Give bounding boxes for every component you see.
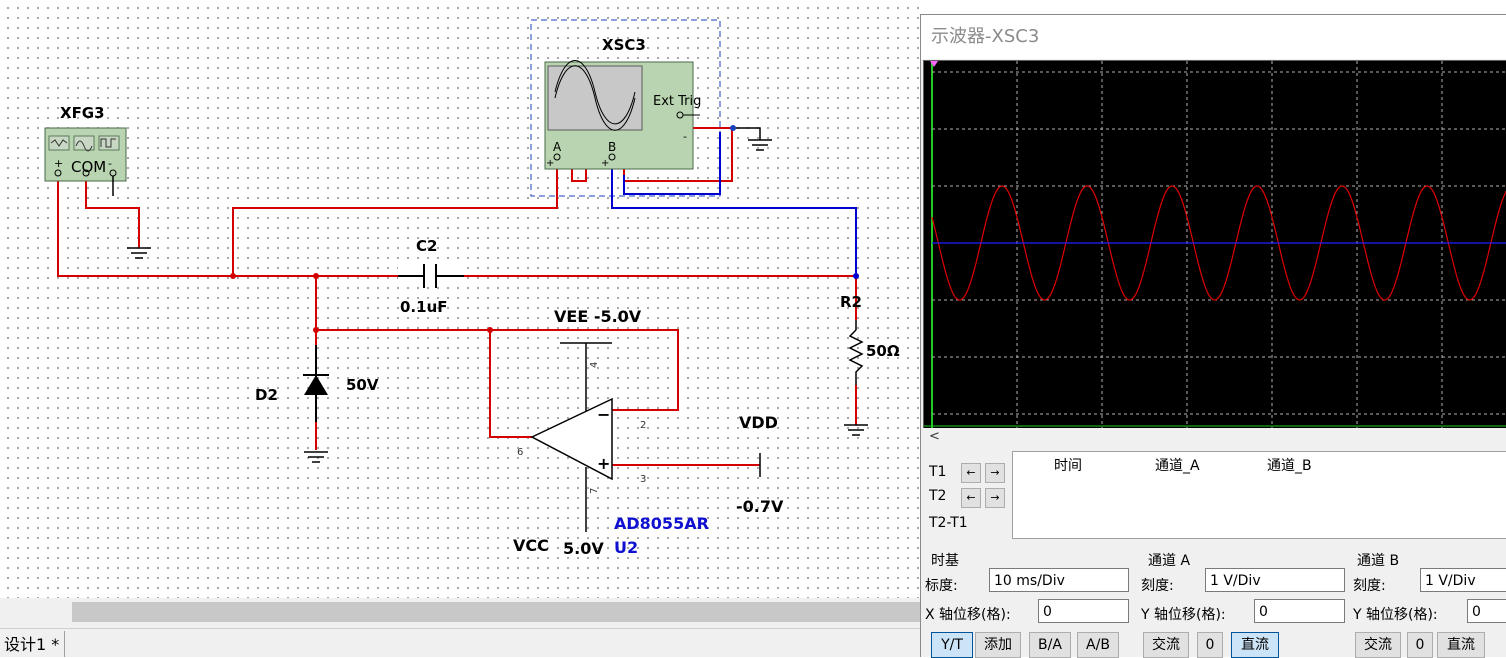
scope-ground-wire [733,127,761,140]
r2-value: 50Ω [866,342,900,360]
vcc-value: 5.0V [563,539,604,558]
xfg-plus-label: + [54,157,63,170]
scrollbar-thumb[interactable] [72,602,920,622]
pin6-label: 6 [517,447,523,458]
capacitor-c2[interactable] [398,264,464,288]
t2-right-button[interactable]: → [985,488,1005,508]
t1-label: T1 [929,464,947,480]
channel-b-zero-button[interactable]: 0 [1407,632,1433,658]
mode-yt-button[interactable]: Y/T [931,632,973,658]
timebase-scale-label: 标度: [925,578,958,594]
ext-trig-label: Ext Trig [653,94,701,109]
channel-b-group-label: 通道 B [1357,553,1400,569]
xsc3-label: XSC3 [602,36,646,54]
pin2-label: 2 [640,420,646,431]
diode-d2[interactable] [303,345,329,422]
channel-b-scale-label: 刻度: [1353,578,1386,594]
scope-b-label: B [608,140,616,154]
channel-a-scale-field[interactable]: 1 V/Div [1205,568,1345,592]
xfg-minus-label: - [108,157,112,170]
oscilloscope-xsc3[interactable] [544,60,700,170]
d2-ref: D2 [255,386,278,404]
scroll-left-arrow[interactable]: < [929,429,940,444]
junction-blue [853,273,859,279]
col-channel-a: 通道_A [1155,458,1200,474]
red-wires [57,127,857,466]
t1-right-button[interactable]: → [985,463,1005,483]
svg-text:−: − [597,405,610,424]
scope-b-plus: + [601,158,609,169]
horizontal-scrollbar[interactable] [0,598,920,628]
x-position-label: X 轴位移(格): [925,607,1011,623]
svg-text:+: + [597,454,610,473]
x-position-field[interactable]: 0 [1038,599,1129,623]
pin3-label: 3 [640,474,646,485]
opamp-part-label: AD8055AR [614,514,709,533]
mode-ab-button[interactable]: A/B [1077,632,1119,658]
channel-b-ypos-label: Y 轴位移(格): [1353,607,1438,623]
opamp-u2[interactable]: − + [530,342,761,532]
scope-scrollbar[interactable]: < [923,428,1506,446]
vcc-label: VCC [513,536,549,555]
vee-label: VEE -5.0V [554,307,642,326]
mode-add-button[interactable]: 添加 [975,632,1021,658]
scope-title: 示波器-XSC3 [931,26,1040,47]
scope-a-plus: + [546,158,554,169]
pin4-label: 4 [589,362,600,368]
schematic-canvas[interactable]: XFG3 COM + - XSC3 Ext Trig A B + + - C2 … [0,0,920,598]
t2-label: T2 [929,488,947,504]
schematic-svg[interactable]: XFG3 COM + - XSC3 Ext Trig A B + + - C2 … [0,0,920,598]
scope-a-label: A [553,140,562,154]
channel-a-scale-label: 刻度: [1141,578,1174,594]
channel-b-ypos-field[interactable]: 0 [1467,599,1506,623]
pin7-label: 7 [589,488,600,494]
oscilloscope-window: 示波器-XSC3 < T1 ← → T2 ← → T2-T1 时间 通道_A 通… [920,14,1506,658]
cursor-panel: T1 ← → T2 ← → T2-T1 [921,451,1011,537]
scope-display [924,61,1506,428]
channel-a-group-label: 通道 A [1148,553,1191,569]
channel-b-ac-button[interactable]: 交流 [1355,632,1401,658]
channel-a-ypos-field[interactable]: 0 [1254,599,1345,623]
channel-a-ac-button[interactable]: 交流 [1143,632,1189,658]
timebase-group-label: 时基 [931,553,959,569]
col-time: 时间 [1054,458,1082,474]
com-label: COM [71,158,106,176]
channel-a-ypos-label: Y 轴位移(格): [1141,607,1226,623]
channel-a-dc-button[interactable]: 直流 [1231,632,1279,658]
channel-b-scale-field[interactable]: 1 V/Div [1420,568,1506,592]
channel-a-zero-button[interactable]: 0 [1197,632,1223,658]
vdd-value: -0.7V [736,497,784,516]
r2-ref: R2 [840,293,862,311]
scope-title-bar[interactable]: 示波器-XSC3 [921,15,1506,59]
scope-screen[interactable] [923,60,1506,429]
tab-separator [64,631,65,657]
design-tab[interactable]: 设计1 * [0,633,63,657]
opamp-ref-label: U2 [614,538,638,557]
design-tab-bar: 设计1 * [0,628,920,657]
scope-minus: - [683,130,687,143]
col-channel-b: 通道_B [1267,458,1312,474]
d2-value: 50V [346,376,379,394]
vdd-label: VDD [739,413,778,432]
t2-t1-label: T2-T1 [929,515,968,531]
t1-left-button[interactable]: ← [961,463,981,483]
mode-ba-button[interactable]: B/A [1029,632,1071,658]
cursor-readout-table: 时间 通道_A 通道_B [1012,451,1506,539]
channel-b-dc-button[interactable]: 直流 [1437,632,1485,658]
junction-scope [730,125,736,131]
timebase-scale-field[interactable]: 10 ms/Div [989,568,1129,592]
t2-left-button[interactable]: ← [961,488,981,508]
xfg3-label: XFG3 [60,104,105,122]
c2-value: 0.1uF [400,298,448,316]
c2-ref: C2 [416,237,437,255]
resistor-r2[interactable] [848,320,864,385]
